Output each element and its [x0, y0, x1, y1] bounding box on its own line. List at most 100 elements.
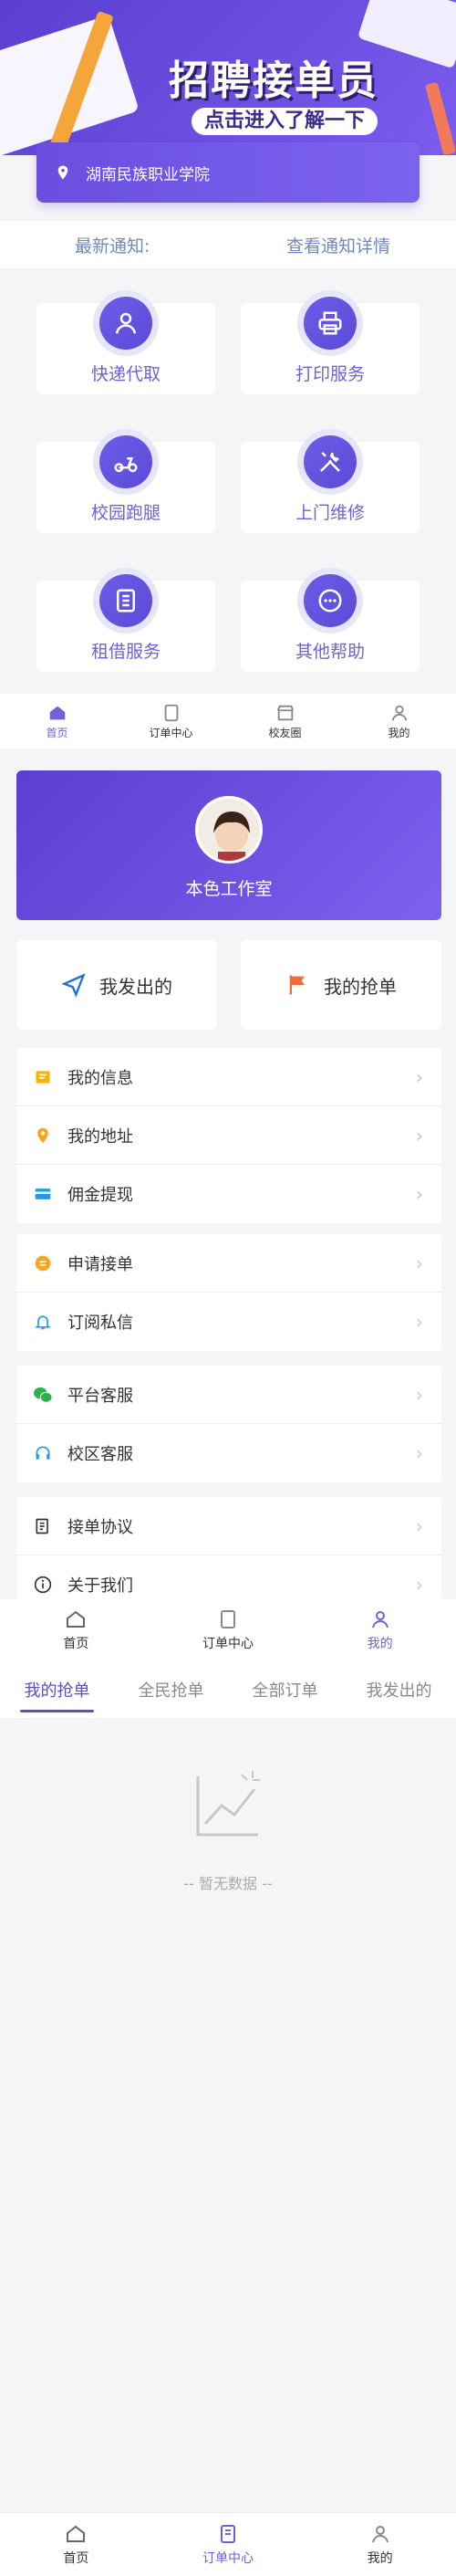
menu-my-address[interactable]: 我的地址 › [16, 1106, 441, 1165]
menu-label: 平台客服 [67, 1386, 133, 1406]
notice-label: 最新通知: [75, 236, 150, 257]
chevron-right-icon: › [416, 1574, 423, 1596]
tab-orders[interactable]: 订单中心 [114, 694, 228, 749]
menu-label: 接单协议 [67, 1517, 133, 1537]
service-print[interactable]: 打印服务 [241, 290, 420, 394]
tab-my-sent[interactable]: 我发出的 [342, 1661, 456, 1718]
tab-my-grabbed[interactable]: 我的抢单 [0, 1661, 114, 1718]
menu-campus-service[interactable]: 校区客服 › [16, 1424, 441, 1482]
wallet-icon [33, 1184, 53, 1204]
tab-label: 首页 [63, 2550, 89, 2566]
avatar-illustration [198, 799, 260, 861]
service-label: 其他帮助 [295, 642, 365, 662]
profile-name: 本色工作室 [185, 879, 273, 899]
menu-about-us[interactable]: 关于我们 › [16, 1555, 441, 1599]
headset-icon [33, 1443, 53, 1463]
my-grab-label: 我的抢单 [324, 975, 397, 998]
service-other[interactable]: 其他帮助 [241, 568, 420, 672]
empty-text: -- 暂无数据 -- [183, 1875, 273, 1892]
user-icon [371, 1611, 389, 1628]
tab-home[interactable]: 首页 [0, 1599, 152, 1661]
menu-group-account: 我的信息 › 我的地址 › 佣金提现 › [16, 1048, 441, 1223]
menu-agreement[interactable]: 接单协议 › [16, 1497, 441, 1555]
tab-bar-home: 首页 订单中心 校友圈 我的 [0, 694, 456, 749]
tab-label: 我的 [388, 726, 410, 739]
service-label: 校园跑腿 [90, 503, 161, 523]
tab-bar-orders: 首页 订单中心 我的 [0, 2512, 456, 2576]
courier-icon [115, 312, 137, 334]
order-filter-tabs: 我的抢单 全民抢单 全部订单 我发出的 [0, 1661, 456, 1718]
tab-all-orders[interactable]: 全部订单 [228, 1661, 342, 1718]
scooter-icon [114, 457, 138, 473]
banner-subtitle[interactable]: 点击进入了解一下 [192, 108, 378, 135]
notice-detail-link[interactable]: 查看通知详情 [286, 233, 390, 257]
tab-mine[interactable]: 我的 [304, 2513, 456, 2576]
my-sent-label: 我发出的 [99, 975, 172, 998]
service-courier[interactable]: 快递代取 [36, 290, 215, 394]
banner-title: 招聘接单员 [169, 58, 378, 104]
printer-icon [318, 311, 342, 335]
order-icon [221, 2524, 235, 2543]
chevron-right-icon: › [416, 1311, 423, 1333]
menu-apply-order[interactable]: 申请接单 › [16, 1234, 441, 1293]
tab-orders[interactable]: 订单中心 [152, 2513, 305, 2576]
tab-label: 我的 [367, 2550, 393, 2566]
menu-group-service: 平台客服 › 校区客服 › [16, 1366, 441, 1482]
tab-orders[interactable]: 订单中心 [152, 1599, 305, 1661]
shop-icon [276, 705, 294, 720]
info-card-icon [33, 1067, 53, 1087]
chevron-right-icon: › [416, 1183, 423, 1205]
chevron-right-icon: › [416, 1251, 423, 1274]
tab-label: 订单中心 [202, 2550, 254, 2566]
school-location-bar[interactable]: 湖南民族职业学院 [36, 142, 420, 203]
menu-my-info[interactable]: 我的信息 › [16, 1048, 441, 1106]
menu-subscribe[interactable]: 订阅私信 › [16, 1293, 441, 1351]
empty-state: -- 暂无数据 -- [0, 1734, 456, 2519]
order-icon [221, 1610, 235, 1628]
tab-all-grab[interactable]: 全民抢单 [114, 1661, 228, 1718]
chevron-right-icon: › [416, 1442, 423, 1464]
tab-label: 订单中心 [202, 1637, 254, 1651]
tab-home[interactable]: 首页 [0, 2513, 152, 2576]
tab-alumni[interactable]: 校友圈 [228, 694, 342, 749]
tab-home[interactable]: 首页 [0, 694, 114, 749]
tab-label: 校友圈 [268, 726, 302, 739]
recruit-banner[interactable]: 招聘接单员 点击进入了解一下 [0, 0, 456, 155]
document-icon [33, 1516, 53, 1536]
home-icon [67, 1610, 86, 1628]
profile-card[interactable]: 本色工作室 [16, 770, 441, 920]
avatar[interactable] [195, 796, 263, 864]
user-icon [391, 705, 407, 720]
tools-icon [320, 452, 340, 472]
service-errand[interactable]: 校园跑腿 [36, 429, 215, 533]
menu-group-orders: 申请接单 › 订阅私信 › [16, 1234, 441, 1351]
wechat-icon [33, 1385, 53, 1405]
service-rent[interactable]: 租借服务 [36, 568, 215, 672]
pencil-illustration [424, 81, 456, 155]
service-label: 打印服务 [295, 364, 365, 384]
tab-bar-mine: 首页 订单中心 我的 [0, 1599, 456, 1661]
location-pin-icon [57, 165, 68, 180]
menu-platform-service[interactable]: 平台客服 › [16, 1366, 441, 1424]
home-icon [49, 706, 65, 719]
location-pin-icon [33, 1126, 53, 1146]
rent-icon [117, 589, 135, 613]
my-grab-button[interactable]: 我的抢单 [241, 940, 441, 1030]
tab-mine[interactable]: 我的 [342, 694, 456, 749]
menu-withdraw[interactable]: 佣金提现 › [16, 1165, 441, 1223]
menu-label: 关于我们 [67, 1576, 133, 1596]
menu-group-about: 接单协议 › 关于我们 › [16, 1497, 441, 1599]
send-icon [61, 973, 86, 998]
chevron-right-icon: › [416, 1383, 423, 1406]
order-icon [164, 704, 178, 721]
tab-mine[interactable]: 我的 [304, 1599, 456, 1661]
bell-icon [33, 1312, 53, 1332]
service-label: 快递代取 [90, 364, 161, 384]
tab-label: 订单中心 [149, 726, 193, 739]
my-sent-button[interactable]: 我发出的 [16, 940, 217, 1030]
service-repair[interactable]: 上门维修 [241, 429, 420, 533]
home-icon [67, 2525, 86, 2542]
menu-label: 我的地址 [67, 1126, 133, 1147]
user-icon [371, 2525, 389, 2542]
notice-bar: 最新通知: 查看通知详情 [0, 221, 456, 268]
